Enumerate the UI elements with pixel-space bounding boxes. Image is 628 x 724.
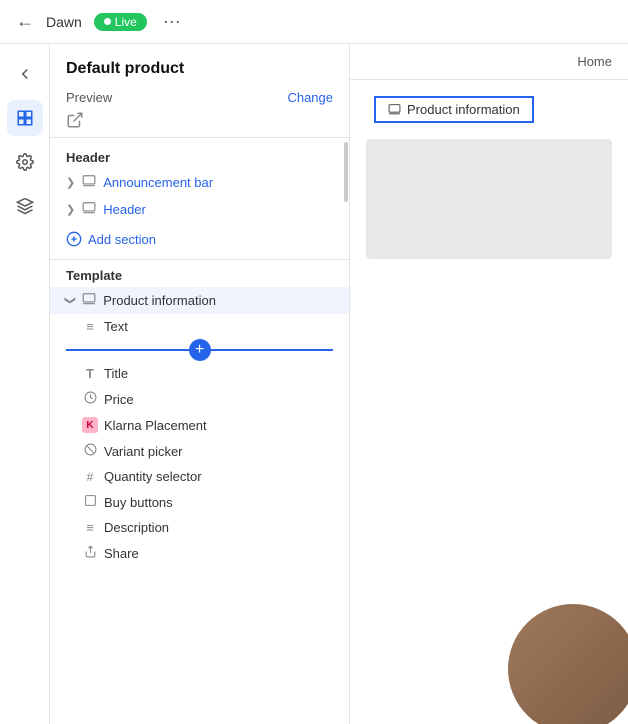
header-item-label: Header [103, 202, 333, 217]
template-section: Template [50, 259, 349, 287]
title-icon: T [82, 366, 98, 381]
add-section-row[interactable]: Add section [50, 223, 349, 255]
live-label: Live [115, 15, 137, 29]
buy-label: Buy buttons [104, 495, 333, 510]
character-circle [508, 604, 628, 724]
share-label: Share [104, 546, 333, 561]
chip-label: Product information [407, 102, 520, 117]
preview-label: Preview [66, 90, 112, 105]
buy-icon [82, 494, 98, 510]
header-label: Header [66, 150, 110, 165]
tree-item-announcement[interactable]: ❯ Announcement bar [50, 169, 349, 196]
tree-item-quantity[interactable]: # Quantity selector [50, 464, 349, 489]
character-image [488, 584, 628, 724]
main-layout: Default product Preview Change Header [0, 44, 628, 724]
sidebar-blocks-icon[interactable] [7, 188, 43, 224]
preview-top-bar: Home [350, 44, 628, 80]
app-container: ← Dawn Live ··· [0, 0, 628, 724]
chevron-down-icon: ❯ [64, 296, 77, 305]
tree-item-description[interactable]: ≡ Description [50, 515, 349, 540]
add-block-button[interactable]: + [189, 339, 211, 361]
scroll-thumb [344, 142, 348, 202]
panel-scroll: Header ❯ Announcement bar ❯ Header [50, 138, 349, 724]
klarna-item-icon: K [82, 417, 98, 433]
preview-placeholder-image [366, 139, 612, 259]
tree-item-title[interactable]: T Title [50, 361, 349, 386]
top-bar: ← Dawn Live ··· [0, 0, 628, 44]
more-button[interactable]: ··· [163, 11, 181, 32]
preview-inner: Home Product information [350, 44, 628, 724]
header-section: Header [50, 138, 349, 169]
product-info-icon [81, 292, 97, 309]
preview-home-link[interactable]: Home [577, 54, 612, 69]
tree-item-text[interactable]: ≡ Text [50, 314, 349, 339]
sidebar-back-icon[interactable] [7, 56, 43, 92]
product-info-label: Product information [103, 293, 333, 308]
back-button[interactable]: ← [16, 11, 34, 32]
add-section-label: Add section [88, 232, 156, 247]
product-info-chip: Product information [374, 96, 534, 123]
announcement-icon [81, 174, 97, 191]
tree-item-header[interactable]: ❯ Header [50, 196, 349, 223]
template-label: Template [66, 268, 122, 283]
variant-label: Variant picker [104, 444, 333, 459]
preview-row: Preview Change [66, 90, 333, 105]
title-label: Title [104, 366, 333, 381]
divider-add-row: + [66, 339, 333, 361]
tree-item-buy[interactable]: Buy buttons [50, 489, 349, 515]
chevron-right-icon: ❯ [66, 176, 75, 189]
external-link-icon [66, 111, 84, 129]
quantity-label: Quantity selector [104, 469, 333, 484]
text-icon: ≡ [82, 319, 98, 334]
tree-item-product-info[interactable]: ❯ Product information [50, 287, 349, 314]
chevron-right-icon-2: ❯ [66, 203, 75, 216]
announcement-label: Announcement bar [103, 175, 333, 190]
chip-icon [388, 103, 401, 116]
tree-item-variant[interactable]: Variant picker [50, 438, 349, 464]
live-dot [104, 18, 111, 25]
tree-item-klarna[interactable]: K Klarna Placement [50, 412, 349, 438]
sidebar-theme-icon[interactable] [7, 100, 43, 136]
panel-title: Default product [66, 60, 333, 78]
preview-area: Home Product information [350, 44, 628, 724]
variant-icon [82, 443, 98, 459]
description-icon: ≡ [82, 520, 98, 535]
tree-item-price[interactable]: Price [50, 386, 349, 412]
klarna-label: Klarna Placement [104, 418, 333, 433]
change-button[interactable]: Change [287, 90, 333, 105]
description-label: Description [104, 520, 333, 535]
price-label: Price [104, 392, 333, 407]
panel-header: Default product Preview Change [50, 44, 349, 138]
quantity-icon: # [82, 470, 98, 484]
text-label: Text [104, 319, 333, 334]
share-icon [82, 545, 98, 561]
header-section-icon [81, 201, 97, 218]
product-info-banner: Product information [358, 88, 628, 131]
live-badge: Live [94, 13, 147, 31]
app-title: Dawn [46, 14, 82, 30]
preview-icon-row [66, 111, 333, 129]
add-section-icon [66, 231, 82, 247]
tree-item-share[interactable]: Share [50, 540, 349, 566]
price-icon [82, 391, 98, 407]
divider-line [66, 349, 189, 351]
sidebar-settings-icon[interactable] [7, 144, 43, 180]
divider-line-right [211, 349, 334, 351]
icon-sidebar [0, 44, 50, 724]
panel: Default product Preview Change Header [50, 44, 350, 724]
